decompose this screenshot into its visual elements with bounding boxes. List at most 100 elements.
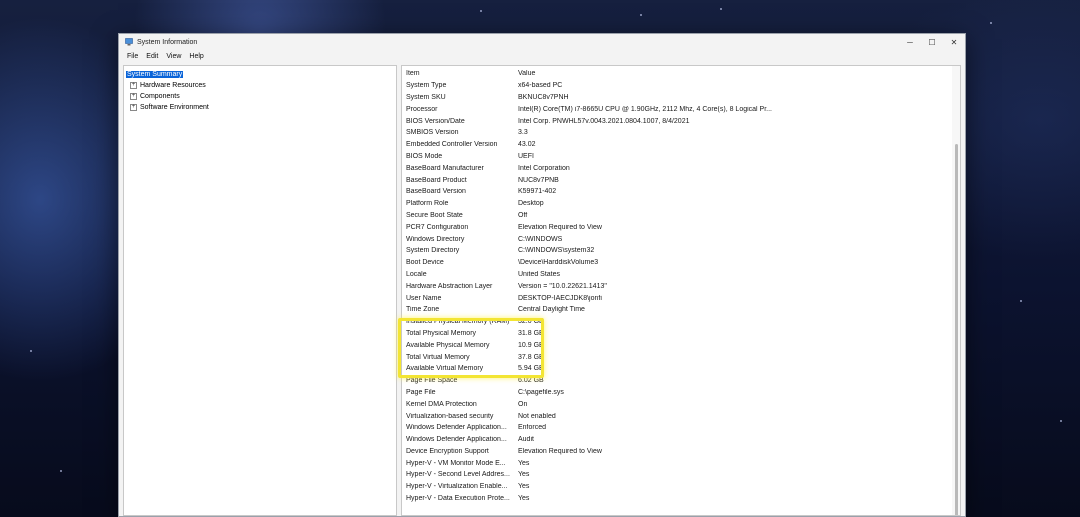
scroll-thumb[interactable]	[955, 144, 958, 515]
table-row[interactable]: Secure Boot State Off	[405, 210, 950, 222]
row-item: Page File Space	[406, 377, 458, 385]
details-list: Item Value System Type x64-based PC System…	[401, 65, 961, 516]
row-value: Off	[518, 211, 528, 219]
row-value: United States	[518, 270, 561, 278]
row-item: Locale	[406, 270, 427, 278]
table-row[interactable]: BaseBoard Product NUC8v7PNB	[405, 174, 950, 186]
row-value: Intel Corporation	[518, 164, 570, 172]
menu-bar: File Edit View Help	[119, 50, 965, 63]
table-row[interactable]: Windows Defender Application... Enforced	[405, 422, 950, 434]
row-value: 31.8 GB	[518, 329, 544, 337]
row-value: Central Daylight Time	[518, 306, 585, 314]
menu-edit[interactable]: Edit	[142, 53, 162, 60]
table-row[interactable]: System SKU BKNUC8v7PNH	[405, 92, 950, 104]
row-item: Processor	[406, 105, 438, 113]
table-row[interactable]: BaseBoard Manufacturer Intel Corporation	[405, 162, 950, 174]
table-row[interactable]: Boot Device \Device\HarddiskVolume3	[405, 257, 950, 269]
system-info-icon	[125, 38, 133, 46]
table-row[interactable]: Time Zone Central Daylight Time	[405, 304, 950, 316]
table-row[interactable]: Hyper-V - Data Execution Prote... Yes	[405, 493, 950, 505]
menu-help[interactable]: Help	[185, 53, 207, 60]
minimize-button[interactable]: ─	[899, 34, 921, 50]
table-row[interactable]: Hyper-V - VM Monitor Mode E... Yes	[405, 457, 950, 469]
table-row[interactable]: Locale United States	[405, 269, 950, 281]
column-header-value[interactable]: Value	[518, 70, 950, 77]
row-value: Enforced	[518, 424, 547, 432]
details-table: Item Value System Type x64-based PC System…	[405, 68, 950, 504]
row-item: Total Physical Memory	[406, 329, 477, 337]
window-title: System Information	[137, 38, 198, 46]
row-item: Windows Directory	[406, 235, 465, 243]
table-row[interactable]: Windows Directory C:\WINDOWS	[405, 233, 950, 245]
row-item: Hyper-V - Second Level Addres...	[406, 471, 510, 479]
table-row[interactable]: Processor Intel(R) Core(TM) i7-8665U CPU …	[405, 103, 950, 115]
table-row[interactable]: Embedded Controller Version 43.02	[405, 139, 950, 151]
table-row[interactable]: Hardware Abstraction Layer Version = "10.…	[405, 280, 950, 292]
row-value: Version = "10.0.22621.1413"	[518, 282, 607, 290]
row-value: 10.9 GB	[518, 341, 544, 349]
maximize-button[interactable]: ☐	[921, 34, 943, 50]
row-item: Installed Physical Memory (RAM)	[406, 318, 510, 326]
table-row[interactable]: System Type x64-based PC	[405, 80, 950, 92]
close-button[interactable]: ✕	[943, 34, 965, 50]
row-value: Audit	[518, 436, 534, 444]
table-header: Item Value	[405, 68, 950, 80]
table-row[interactable]: Virtualization-based security Not enabled	[405, 410, 950, 422]
row-value: \Device\HarddiskVolume3	[518, 259, 599, 267]
table-row[interactable]: Available Virtual Memory 5.94 GB	[405, 363, 950, 375]
table-row[interactable]: Total Physical Memory 31.8 GB	[405, 328, 950, 340]
table-row[interactable]: Hyper-V - Second Level Addres... Yes	[405, 469, 950, 481]
row-item: Available Virtual Memory	[406, 365, 484, 373]
tree-item-components[interactable]: + Components	[126, 91, 394, 102]
expand-icon[interactable]: +	[130, 93, 137, 100]
vertical-scrollbar[interactable]	[952, 66, 960, 515]
table-row[interactable]: Installed Physical Memory (RAM) 32.0 GB	[405, 316, 950, 328]
row-value: DESKTOP-IAECJDK8\jonfi	[518, 294, 602, 302]
table-row[interactable]: Page File C:\pagefile.sys	[405, 387, 950, 399]
row-item: Total Virtual Memory	[406, 353, 470, 361]
table-row[interactable]: Device Encryption Support Elevation Requi…	[405, 446, 950, 458]
table-row[interactable]: Total Virtual Memory 37.8 GB	[405, 351, 950, 363]
tree-item-software-environment[interactable]: + Software Environment	[126, 102, 394, 113]
row-item: System Directory	[406, 247, 460, 255]
menu-view[interactable]: View	[162, 53, 185, 60]
column-header-item[interactable]: Item	[405, 70, 518, 77]
row-value: K59971-402	[518, 188, 557, 196]
title-bar[interactable]: System Information ─ ☐ ✕	[119, 34, 965, 50]
table-row[interactable]: Page File Space 6.02 GB	[405, 375, 950, 387]
row-item: BIOS Version/Date	[406, 117, 465, 125]
table-row[interactable]: Windows Defender Application... Audit	[405, 434, 950, 446]
row-item: BaseBoard Product	[406, 176, 467, 184]
row-item: Kernel DMA Protection	[406, 400, 477, 408]
table-row[interactable]: BIOS Version/Date Intel Corp. PNWHL57v.00…	[405, 115, 950, 127]
row-item: System SKU	[406, 93, 446, 101]
table-row[interactable]: System Directory C:\WINDOWS\system32	[405, 245, 950, 257]
table-row[interactable]: BaseBoard Version K59971-402	[405, 186, 950, 198]
menu-file[interactable]: File	[123, 53, 142, 60]
row-item: SMBIOS Version	[406, 129, 459, 137]
row-item: BaseBoard Manufacturer	[406, 164, 484, 172]
table-row[interactable]: BIOS Mode UEFI	[405, 151, 950, 163]
row-value: 3.3	[518, 129, 528, 137]
row-item: PCR7 Configuration	[406, 223, 469, 231]
row-value: NUC8v7PNB	[518, 176, 559, 184]
table-row[interactable]: User Name DESKTOP-IAECJDK8\jonfi	[405, 292, 950, 304]
row-item: Hyper-V - VM Monitor Mode E...	[406, 459, 506, 467]
row-value: 32.0 GB	[518, 318, 544, 326]
expand-icon[interactable]: +	[130, 104, 137, 111]
row-value: Elevation Required to View	[518, 223, 602, 231]
table-row[interactable]: Available Physical Memory 10.9 GB	[405, 339, 950, 351]
row-value: Yes	[518, 495, 530, 503]
tree-item-system-summary[interactable]: System Summary	[126, 69, 394, 80]
system-information-window: System Information ─ ☐ ✕ File Edit View …	[118, 33, 966, 517]
table-row[interactable]: Platform Role Desktop	[405, 198, 950, 210]
table-row[interactable]: PCR7 Configuration Elevation Required to …	[405, 221, 950, 233]
table-row[interactable]: SMBIOS Version 3.3	[405, 127, 950, 139]
row-value: UEFI	[518, 152, 534, 160]
expand-icon[interactable]: +	[130, 82, 137, 89]
table-row[interactable]: Hyper-V - Virtualization Enable... Yes	[405, 481, 950, 493]
row-item: Hyper-V - Data Execution Prote...	[406, 495, 510, 503]
tree-item-hardware-resources[interactable]: + Hardware Resources	[126, 80, 394, 91]
row-value: 37.8 GB	[518, 353, 544, 361]
table-row[interactable]: Kernel DMA Protection On	[405, 398, 950, 410]
